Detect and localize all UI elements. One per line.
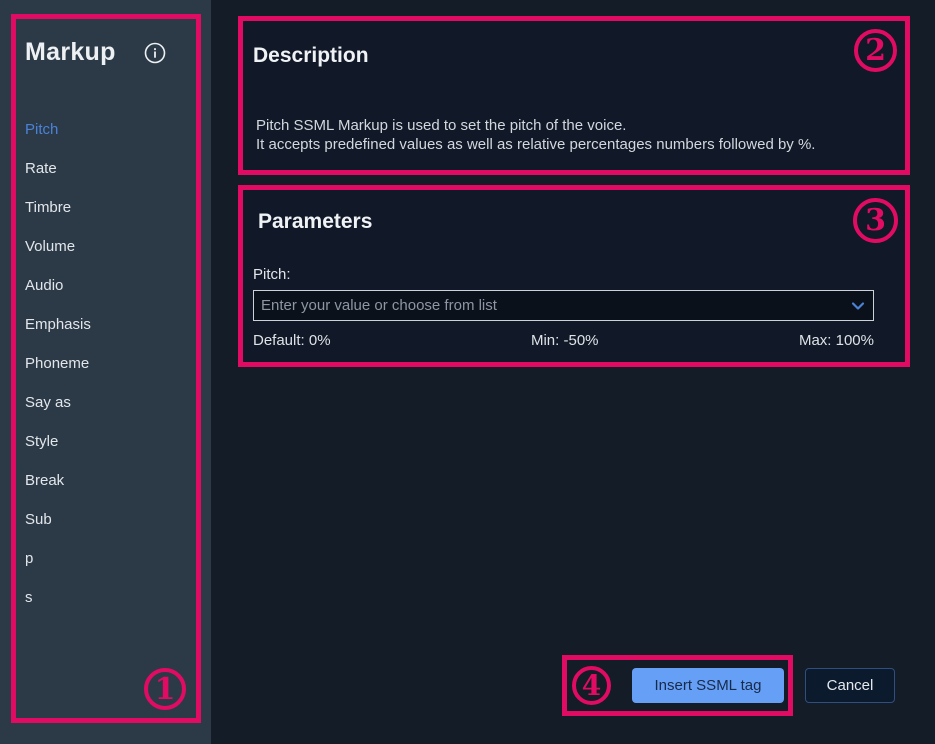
sidebar-item-break[interactable]: Break bbox=[25, 461, 185, 500]
sidebar-item-pitch[interactable]: Pitch bbox=[25, 110, 185, 149]
pitch-value-input[interactable] bbox=[253, 290, 874, 321]
cancel-button[interactable]: Cancel bbox=[805, 668, 895, 703]
description-line-1: Pitch SSML Markup is used to set the pit… bbox=[256, 116, 815, 135]
sidebar-item-p[interactable]: p bbox=[25, 539, 185, 578]
parameters-panel: Parameters Pitch: Default: 0% Min: -50% … bbox=[238, 185, 910, 367]
markup-menu: Pitch Rate Timbre Volume Audio Emphasis … bbox=[25, 110, 185, 617]
sidebar-item-style[interactable]: Style bbox=[25, 422, 185, 461]
sidebar-item-emphasis[interactable]: Emphasis bbox=[25, 305, 185, 344]
default-value-text: Default: 0% bbox=[253, 332, 331, 349]
description-text: Pitch SSML Markup is used to set the pit… bbox=[256, 116, 815, 154]
min-value-text: Min: -50% bbox=[531, 332, 599, 349]
sidebar-item-sub[interactable]: Sub bbox=[25, 500, 185, 539]
markup-sidebar: Markup Pitch Rate Timbre Volume Audio Em… bbox=[0, 0, 211, 744]
chevron-down-icon[interactable] bbox=[850, 298, 866, 314]
description-panel: Description Pitch SSML Markup is used to… bbox=[238, 16, 910, 175]
insert-ssml-tag-button[interactable]: Insert SSML tag bbox=[632, 668, 784, 703]
pitch-field-label: Pitch: bbox=[253, 266, 291, 283]
sidebar-item-volume[interactable]: Volume bbox=[25, 227, 185, 266]
description-title: Description bbox=[253, 44, 369, 68]
description-line-2: It accepts predefined values as well as … bbox=[256, 135, 815, 154]
annotation-circle-4: 4 bbox=[572, 666, 611, 705]
sidebar-item-audio[interactable]: Audio bbox=[25, 266, 185, 305]
sidebar-title: Markup bbox=[25, 38, 116, 67]
pitch-combobox bbox=[253, 290, 874, 321]
info-icon[interactable] bbox=[144, 42, 166, 64]
parameters-title: Parameters bbox=[258, 210, 372, 234]
sidebar-item-rate[interactable]: Rate bbox=[25, 149, 185, 188]
sidebar-header: Markup bbox=[25, 38, 166, 67]
pitch-range-info: Default: 0% Min: -50% Max: 100% bbox=[253, 332, 874, 349]
sidebar-item-s[interactable]: s bbox=[25, 578, 185, 617]
sidebar-item-phoneme[interactable]: Phoneme bbox=[25, 344, 185, 383]
sidebar-item-timbre[interactable]: Timbre bbox=[25, 188, 185, 227]
max-value-text: Max: 100% bbox=[799, 332, 874, 349]
sidebar-item-say-as[interactable]: Say as bbox=[25, 383, 185, 422]
